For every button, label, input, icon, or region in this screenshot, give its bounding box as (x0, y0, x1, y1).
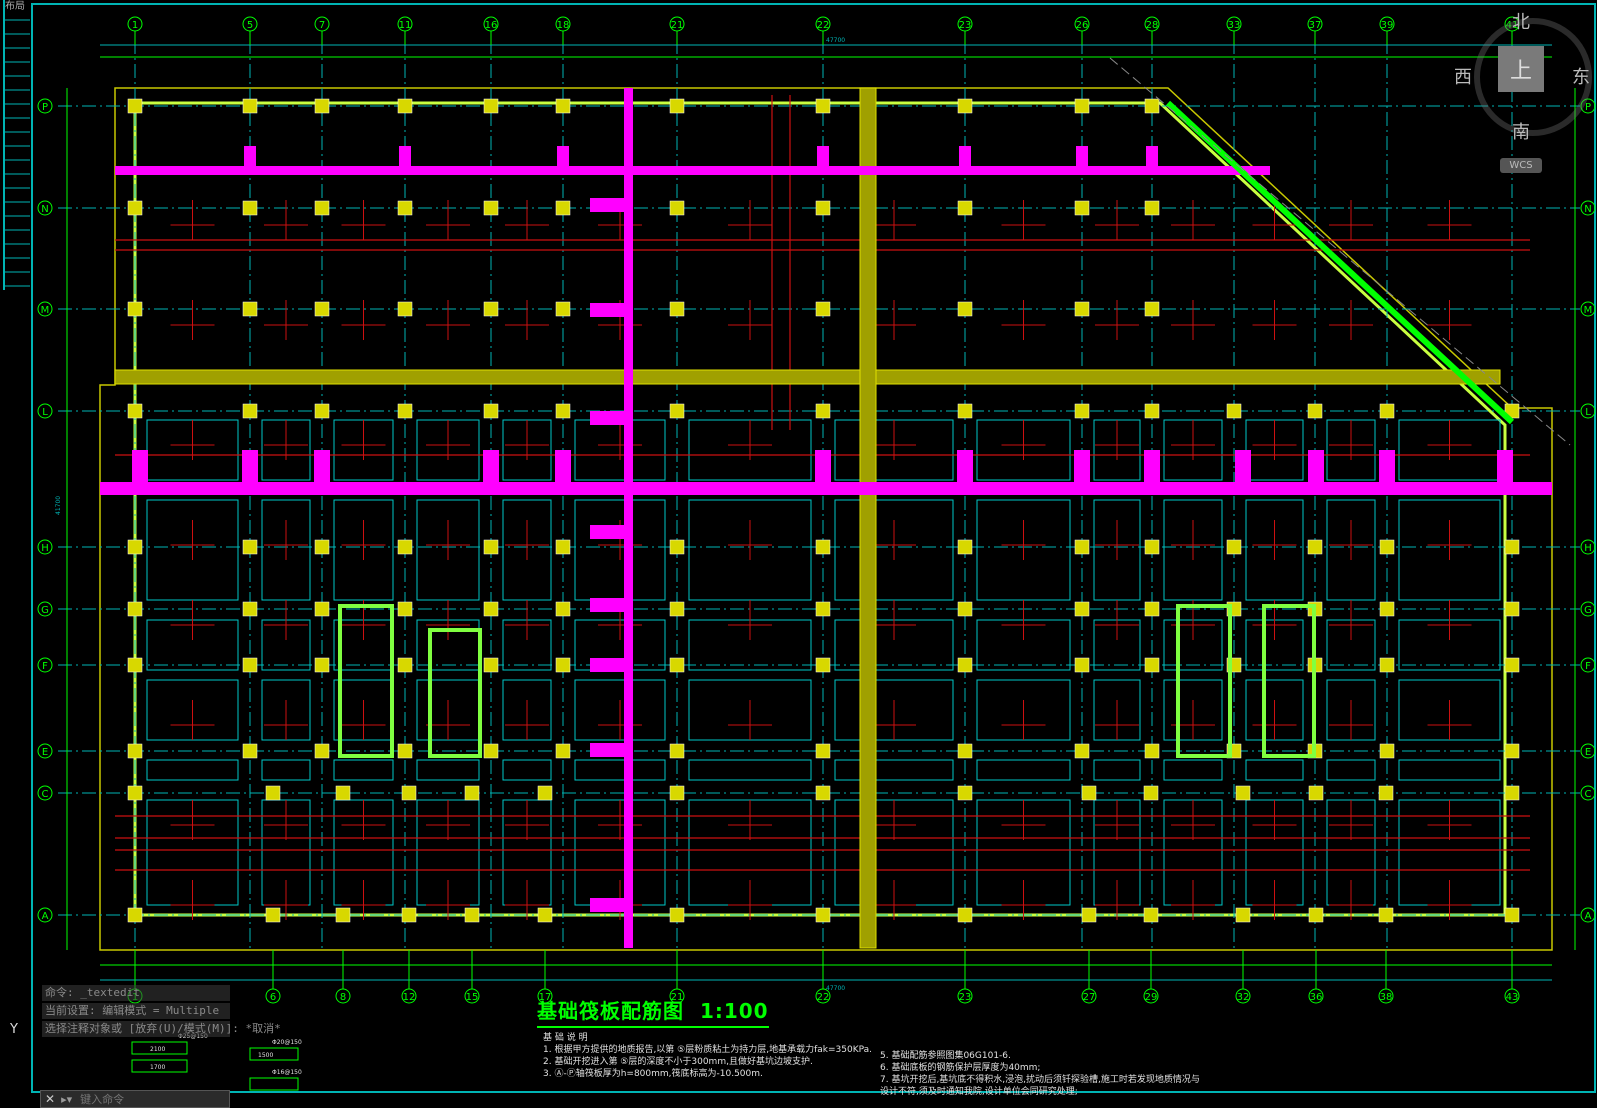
axis-label: 38 (1380, 992, 1393, 1003)
note-item: 5. 基础配筋参照图集06G101-6. (880, 1051, 1011, 1061)
axis-label: 1 (132, 20, 138, 31)
note-item: 2. 基础开挖进入第 ⑤层的深度不小于300mm,且做好基坑边坡支护. (543, 1057, 813, 1067)
axis-label: 11 (399, 20, 412, 31)
notes-heading: 基 础 说 明 (543, 1033, 588, 1043)
left-margin-ticks (4, 19, 30, 287)
axis-label: L (1585, 407, 1591, 418)
top-total-dim: 47700 (826, 37, 845, 44)
axis-bubbles-right: PNMLHGFECA (1580, 98, 1596, 923)
axis-label: P (42, 102, 48, 113)
drawing-canvas[interactable]: 47700 47700 41700 1 5 7 11 16 18 21 22 23 26 28 33 3… (0, 0, 1597, 1106)
drawing-scale: 1:100 (699, 999, 769, 1023)
drawing-title: 基础筏板配筋图 1:100 (537, 995, 769, 1028)
axis-label: 6 (270, 992, 276, 1003)
axis-label: C (1585, 789, 1592, 800)
magenta-beam-vertical (624, 88, 633, 948)
command-history: 命令: _textedit 当前设置: 编辑模式 = Multiple 选择注释… (42, 985, 281, 1039)
axis-label: F (42, 661, 48, 672)
notes-right: 5. 基础配筋参照图集06G101-6. 6. 基础底板的钢筋保护层厚度为40m… (880, 1050, 1200, 1098)
layout-tab[interactable]: 布局 (5, 0, 25, 12)
legend-item-6: 1500 (258, 1052, 273, 1059)
magenta-beam-top (115, 166, 1270, 175)
axis-label: G (1584, 605, 1592, 616)
legend-item-3: Φ16@150 (272, 1069, 302, 1076)
command-line-1: 命令: _textedit (42, 985, 230, 1001)
axis-label: 29 (1145, 992, 1158, 1003)
axis-label: M (41, 305, 50, 316)
compass-east[interactable]: 东 (1572, 63, 1590, 89)
command-input[interactable] (78, 1091, 203, 1107)
opening-4 (1262, 604, 1316, 758)
axis-label: 32 (1237, 992, 1250, 1003)
viewcube-top-face[interactable]: 上 (1498, 46, 1544, 92)
axis-label: G (41, 605, 49, 616)
post-cast-strip-horizontal (114, 369, 1501, 385)
command-line-3: 选择注释对象或 [放弃(U)/模式(M)]: *取消* (42, 1021, 281, 1037)
rebar-legend: Φ25@150 Φ20@150 Φ16@150 2100 1700 1500 (131, 1033, 302, 1091)
axis-label: 8 (340, 992, 346, 1003)
axis-label: 43 (1506, 992, 1519, 1003)
axis-label: C (42, 789, 49, 800)
note-item: 1. 根据甲方提供的地质报告,以第 ⑤层粉质粘土为持力层,地基承载力fak=35… (543, 1045, 873, 1055)
post-cast-strip-vertical (859, 87, 877, 949)
axis-label: 21 (671, 20, 684, 31)
axis-label: 18 (557, 20, 570, 31)
command-line-2: 当前设置: 编辑模式 = Multiple (42, 1003, 230, 1019)
axis-label: 33 (1228, 20, 1241, 31)
axis-label: 23 (959, 992, 972, 1003)
compass-north[interactable]: 北 (1512, 8, 1530, 34)
wcs-menu-button[interactable]: WCS (1500, 158, 1542, 173)
opening-2 (428, 628, 482, 758)
axis-label: 26 (1076, 20, 1089, 31)
legend-item-4: 2100 (150, 1046, 165, 1053)
axis-label: 23 (959, 20, 972, 31)
legend-item-5: 1700 (150, 1064, 165, 1071)
command-bar: ✕ ▸▾ (40, 1090, 230, 1108)
ucs-y-label: Y (10, 1022, 18, 1037)
axis-bubbles-left: P N M L H G F E C A (37, 98, 53, 923)
notes-left: 基 础 说 明 1. 根据甲方提供的地质报告,以第 ⑤层粉质粘土为持力层,地基承… (543, 1032, 872, 1080)
axis-label: 12 (403, 992, 416, 1003)
axis-label: 36 (1310, 992, 1323, 1003)
axis-label: 37 (1309, 20, 1322, 31)
note-item: 7. 基坑开挖后,基坑底不得积水,浸泡,扰动后须钎探验槽,施工时若发现地质情况与 (880, 1075, 1200, 1085)
compass-south[interactable]: 南 (1512, 118, 1530, 144)
axis-label: 5 (247, 20, 253, 31)
axis-label: F (1585, 661, 1591, 672)
axis-label: M (1584, 305, 1593, 316)
axis-bubbles-bottom: 168121517212223272932363843 (127, 950, 1520, 1004)
axis-label: A (1585, 911, 1592, 922)
axis-label: 39 (1381, 20, 1394, 31)
axis-label: N (41, 204, 48, 215)
axis-label: 22 (817, 20, 830, 31)
column-markers (127, 98, 1520, 923)
slab-outline (99, 87, 1553, 951)
compass-west[interactable]: 西 (1454, 63, 1472, 89)
axis-label: H (1584, 543, 1592, 554)
axis-label: H (41, 543, 49, 554)
drawing-title-text: 基础筏板配筋图 (537, 999, 684, 1023)
command-prompt-icon[interactable]: ▸▾ (61, 1093, 72, 1106)
axis-label: 16 (485, 20, 498, 31)
legend-item-2: Φ20@150 (272, 1039, 302, 1046)
note-item: 6. 基础底板的钢筋保护层厚度为40mm; (880, 1063, 1041, 1073)
note-item: 3. Ⓐ-Ⓟ轴筏板厚为h=800mm,筏底标高为-10.500m. (543, 1069, 763, 1079)
axis-label: A (42, 911, 49, 922)
close-icon[interactable]: ✕ (41, 1092, 55, 1106)
bottom-total-dim: 47700 (826, 985, 845, 992)
viewcube[interactable]: 北 南 西 东 上 WCS (1454, 8, 1592, 183)
axis-label: N (1584, 204, 1591, 215)
left-total-dim: 41700 (55, 496, 62, 515)
axis-label: 7 (319, 20, 325, 31)
axis-label: E (42, 747, 48, 758)
axis-label: 28 (1146, 20, 1159, 31)
axis-label: L (42, 407, 48, 418)
axis-label: E (1585, 747, 1591, 758)
axis-label: 22 (817, 992, 830, 1003)
opening-1 (338, 604, 394, 758)
axis-label: 15 (466, 992, 479, 1003)
axis-bubbles-top: 1 5 7 11 16 18 21 22 23 26 28 33 37 39 41 (127, 16, 1520, 45)
axis-label: 27 (1083, 992, 1096, 1003)
note-item: 设计不符,须及时通知我院,设计单位会同研究处理; (880, 1087, 1078, 1097)
